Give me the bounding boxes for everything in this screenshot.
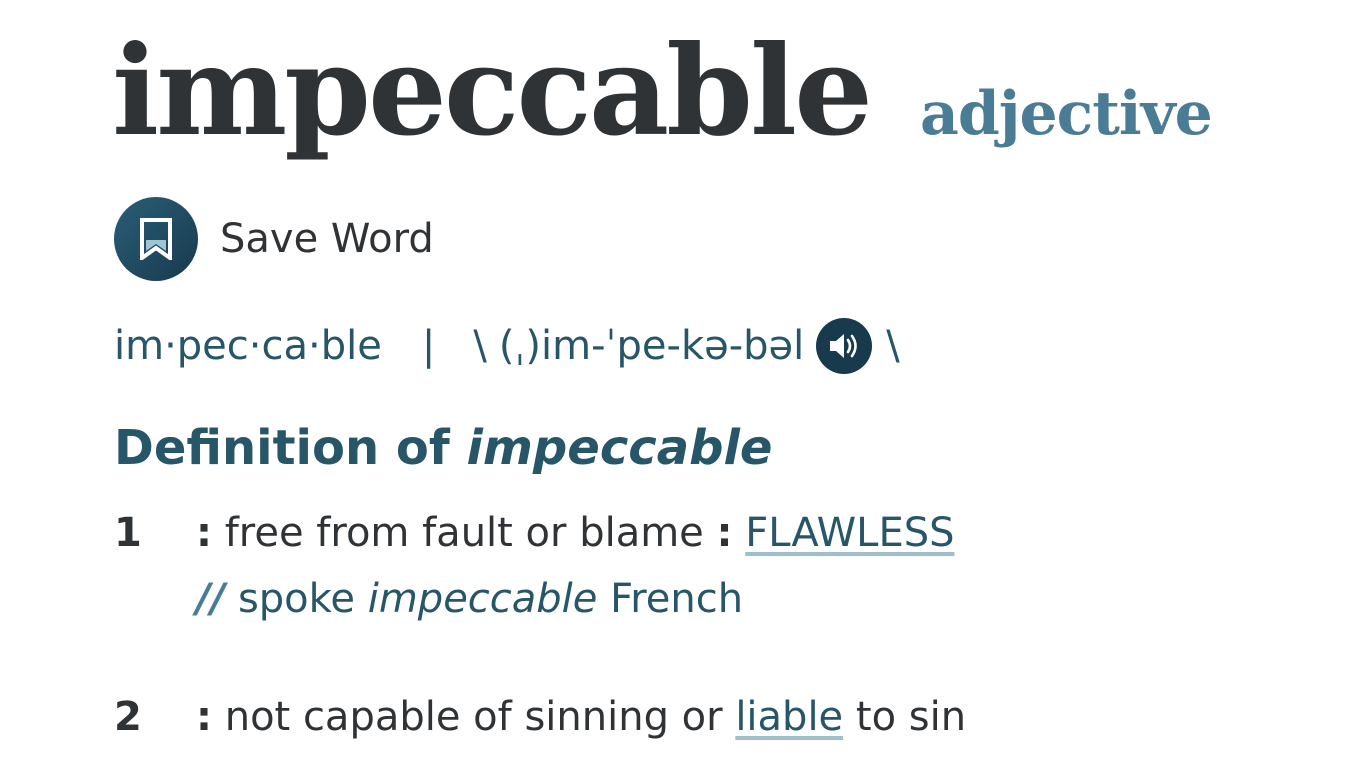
xref-link-liable[interactable]: liable bbox=[735, 694, 843, 740]
sense-definition-before: not capable of sinning or bbox=[224, 694, 723, 740]
sense-colon: : bbox=[196, 694, 212, 740]
headword-row: impeccable adjective bbox=[112, 19, 1213, 164]
example-marker: // bbox=[196, 576, 226, 622]
definition-heading: Definition of impeccable bbox=[114, 420, 772, 476]
part-of-speech[interactable]: adjective bbox=[920, 79, 1213, 149]
pronunciation-row: im·pec·ca·ble | \ (ˌ)im-ˈpe-kə-bəl \ bbox=[114, 318, 900, 374]
syllabification: im·pec·ca·ble bbox=[114, 323, 382, 369]
pronunciation-separator: | bbox=[421, 323, 436, 369]
sense-number: 2 bbox=[114, 694, 142, 740]
example-sentence: // spoke impeccable French bbox=[196, 576, 743, 622]
sense-definition-after: to sin bbox=[855, 694, 967, 740]
sense-text: : not capable of sinning or liable to si… bbox=[196, 694, 966, 740]
example-keyword: impeccable bbox=[367, 576, 598, 622]
definition-heading-word: impeccable bbox=[466, 420, 773, 476]
save-word-label[interactable]: Save Word bbox=[220, 216, 434, 262]
bookmark-icon[interactable] bbox=[114, 197, 198, 281]
pronunciation-ipa: (ˌ)im-ˈpe-kə-bəl bbox=[498, 323, 805, 369]
save-word-button[interactable]: Save Word bbox=[114, 197, 434, 281]
synonym-colon: : bbox=[716, 510, 733, 556]
xref-link-flawless[interactable]: FLAWLESS bbox=[745, 510, 954, 556]
sense-number: 1 bbox=[114, 510, 142, 556]
sense-text: : free from fault or blame : FLAWLESS bbox=[196, 510, 955, 556]
pronunciation-open-slash: \ bbox=[473, 323, 487, 369]
pronunciation-close-slash: \ bbox=[886, 323, 900, 369]
sense-definition: free from fault or blame bbox=[224, 510, 704, 556]
speaker-icon[interactable] bbox=[816, 318, 873, 374]
sense-colon: : bbox=[196, 510, 212, 556]
headword: impeccable bbox=[112, 19, 873, 164]
definition-heading-prefix: Definition of bbox=[114, 420, 450, 476]
example-before: spoke bbox=[237, 576, 355, 622]
example-after: French bbox=[610, 576, 744, 622]
